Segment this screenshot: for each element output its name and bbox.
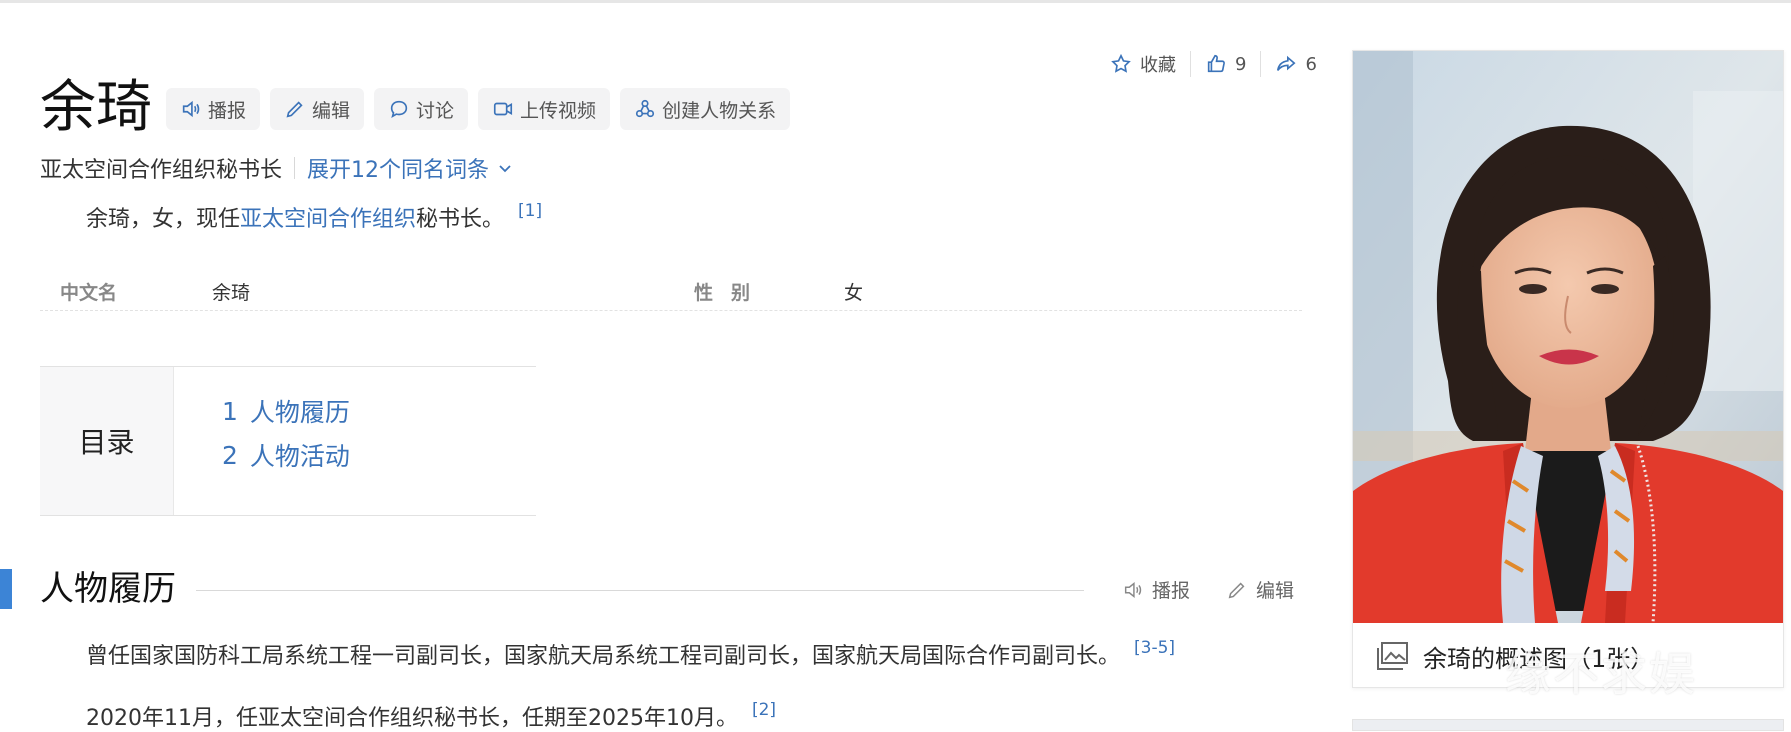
- section-broadcast-button[interactable]: 播报: [1122, 576, 1190, 603]
- entry-description: 亚太空间合作组织秘书长: [40, 158, 283, 183]
- reference-link[interactable]: [2]: [752, 700, 776, 720]
- summary-prefix: 余琦，女，现任: [86, 207, 241, 232]
- paragraph-text: 曾任国家国防科工局系统工程一司副司长，国家航天局系统工程司副司长，国家航天局国际…: [86, 644, 1121, 669]
- toc-item[interactable]: 1 人物履历: [222, 389, 350, 433]
- toc-item-number: 1: [222, 396, 238, 426]
- thumbs-up-icon: [1207, 54, 1225, 73]
- star-icon: [1111, 53, 1131, 73]
- basic-info: 中文名 余琦 性别 女: [40, 272, 1302, 311]
- speaker-icon: [1124, 581, 1142, 598]
- section-actions: 播报 编辑: [1122, 576, 1294, 603]
- pencil-icon: [1228, 582, 1245, 598]
- toc-item-label: 人物活动: [249, 442, 350, 471]
- share-button[interactable]: 6: [1275, 53, 1317, 75]
- divider: [294, 157, 296, 179]
- info-key-chinese-name: 中文名: [60, 282, 118, 304]
- section-title: 人物履历: [40, 569, 176, 609]
- paragraph: 曾任国家国防科工局系统工程一司副司长，国家航天局系统工程司副司长，国家航天局国际…: [86, 638, 1175, 670]
- discuss-button[interactable]: 讨论: [374, 88, 469, 130]
- section-accent-bar: [0, 569, 12, 609]
- section-broadcast-label: 播报: [1152, 580, 1191, 602]
- next-image-thumbnail[interactable]: [1352, 719, 1784, 731]
- toc-item-number: 2: [222, 440, 238, 470]
- expand-homonyms-link[interactable]: 展开12个同名词条: [307, 152, 513, 184]
- favorite-button[interactable]: 收藏: [1110, 51, 1176, 77]
- create-relation-label: 创建人物关系: [662, 99, 777, 122]
- summary-suffix: 秘书长。: [416, 207, 505, 232]
- portrait-photo[interactable]: [1353, 51, 1783, 623]
- page-title: 余琦: [40, 75, 152, 140]
- favorite-label: 收藏: [1140, 55, 1176, 76]
- share-icon: [1277, 55, 1296, 71]
- speaker-icon: [182, 100, 200, 118]
- like-count: 9: [1235, 53, 1247, 75]
- entry-summary: 余琦，女，现任亚太空间合作组织秘书长。 [1]: [86, 201, 542, 233]
- chat-bubble-icon: [390, 100, 408, 119]
- top-divider: [0, 0, 1791, 3]
- info-key-gender: 性别: [694, 282, 769, 304]
- divider: [1260, 51, 1262, 77]
- summary-album-card[interactable]: 余琦的概述图（1张）: [1352, 50, 1784, 688]
- like-button[interactable]: 9: [1205, 53, 1246, 75]
- upload-video-button[interactable]: 上传视频: [478, 88, 611, 130]
- toc-heading: 目录: [40, 367, 174, 515]
- pencil-icon: [286, 101, 303, 118]
- section-edit-button[interactable]: 编辑: [1226, 576, 1294, 603]
- relation-network-icon: [635, 99, 655, 118]
- broadcast-label: 播报: [208, 99, 247, 122]
- divider: [1190, 51, 1191, 77]
- section-edit-label: 编辑: [1256, 580, 1295, 602]
- entry-actions: 收藏 9 6: [1110, 50, 1317, 78]
- paragraph: 2020年11月，任亚太空间合作组织秘书长，任期至2025年10月。 [2]: [86, 700, 776, 732]
- info-value-gender: 女: [844, 282, 864, 304]
- edit-button[interactable]: 编辑: [270, 88, 365, 130]
- toc-list: 1 人物履历 2 人物活动: [174, 367, 350, 515]
- edit-label: 编辑: [312, 99, 351, 122]
- expand-homonyms-label: 展开12个同名词条: [307, 158, 490, 183]
- video-camera-icon: [493, 102, 513, 116]
- paragraph-text: 2020年11月，任亚太空间合作组织秘书长，任期至2025年10月。: [86, 706, 738, 731]
- gallery-icon: [1377, 642, 1408, 670]
- watermark-text: 缘不求娱: [1505, 647, 1697, 701]
- reference-link[interactable]: [3-5]: [1134, 638, 1175, 658]
- table-of-contents: 目录 1 人物履历 2 人物活动: [40, 366, 536, 516]
- broadcast-button[interactable]: 播报: [166, 88, 261, 130]
- discuss-label: 讨论: [416, 99, 455, 122]
- upload-video-label: 上传视频: [520, 99, 597, 122]
- share-count: 6: [1305, 53, 1317, 75]
- entry-toolbar: 播报 编辑 讨论 上传视频 创建人物关系: [166, 88, 791, 130]
- reference-link[interactable]: [1]: [518, 201, 542, 221]
- entry-subtitle: 亚太空间合作组织秘书长 展开12个同名词条: [40, 152, 513, 184]
- section-divider: [196, 590, 1084, 591]
- organization-link[interactable]: 亚太空间合作组织: [240, 207, 416, 232]
- info-value-chinese-name: 余琦: [212, 282, 251, 304]
- toc-item[interactable]: 2 人物活动: [222, 433, 350, 477]
- toc-item-label: 人物履历: [249, 398, 350, 427]
- create-relation-button[interactable]: 创建人物关系: [620, 88, 791, 130]
- chevron-down-icon: [499, 165, 511, 173]
